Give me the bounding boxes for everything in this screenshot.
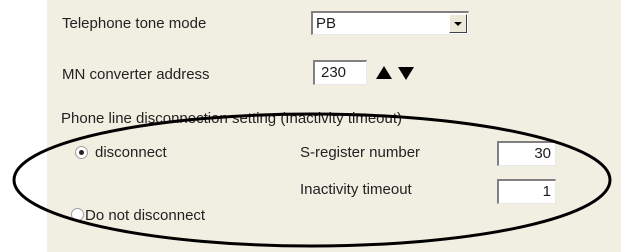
inactivity-timeout-label: Inactivity timeout bbox=[300, 181, 412, 198]
disconnect-label[interactable]: disconnect bbox=[95, 144, 167, 162]
arrow-down-icon bbox=[398, 67, 414, 80]
telephone-tone-mode-label: Telephone tone mode bbox=[62, 15, 207, 32]
inactivity-timeout-value: 1 bbox=[542, 183, 551, 200]
do-not-disconnect-radio[interactable] bbox=[71, 208, 84, 221]
disconnect-radio[interactable] bbox=[75, 146, 88, 159]
s-register-number-label: S-register number bbox=[300, 144, 421, 161]
telephone-tone-mode-value: PB bbox=[316, 15, 337, 32]
radio-selected-dot bbox=[79, 150, 84, 155]
increment-button[interactable] bbox=[374, 60, 394, 85]
disconnection-setting-title: Phone line disconnection setting (Inacti… bbox=[61, 110, 403, 127]
s-register-number-value: 30 bbox=[534, 145, 551, 162]
do-not-disconnect-label[interactable]: Do not disconnect bbox=[85, 207, 205, 225]
arrow-up-icon bbox=[376, 66, 392, 79]
mn-converter-address-value: 230 bbox=[321, 64, 347, 81]
s-register-number-field[interactable]: 30 bbox=[497, 141, 556, 166]
settings-panel: Telephone tone mode PB MN converter addr… bbox=[47, 0, 621, 252]
dropdown-button[interactable] bbox=[449, 14, 467, 33]
chevron-down-icon bbox=[454, 22, 462, 26]
inactivity-timeout-field[interactable]: 1 bbox=[497, 179, 556, 204]
decrement-button[interactable] bbox=[396, 60, 416, 85]
mn-converter-address-label: MN converter address bbox=[62, 66, 210, 83]
telephone-tone-mode-select[interactable]: PB bbox=[311, 11, 469, 35]
mn-converter-address-field[interactable]: 230 bbox=[313, 60, 367, 85]
